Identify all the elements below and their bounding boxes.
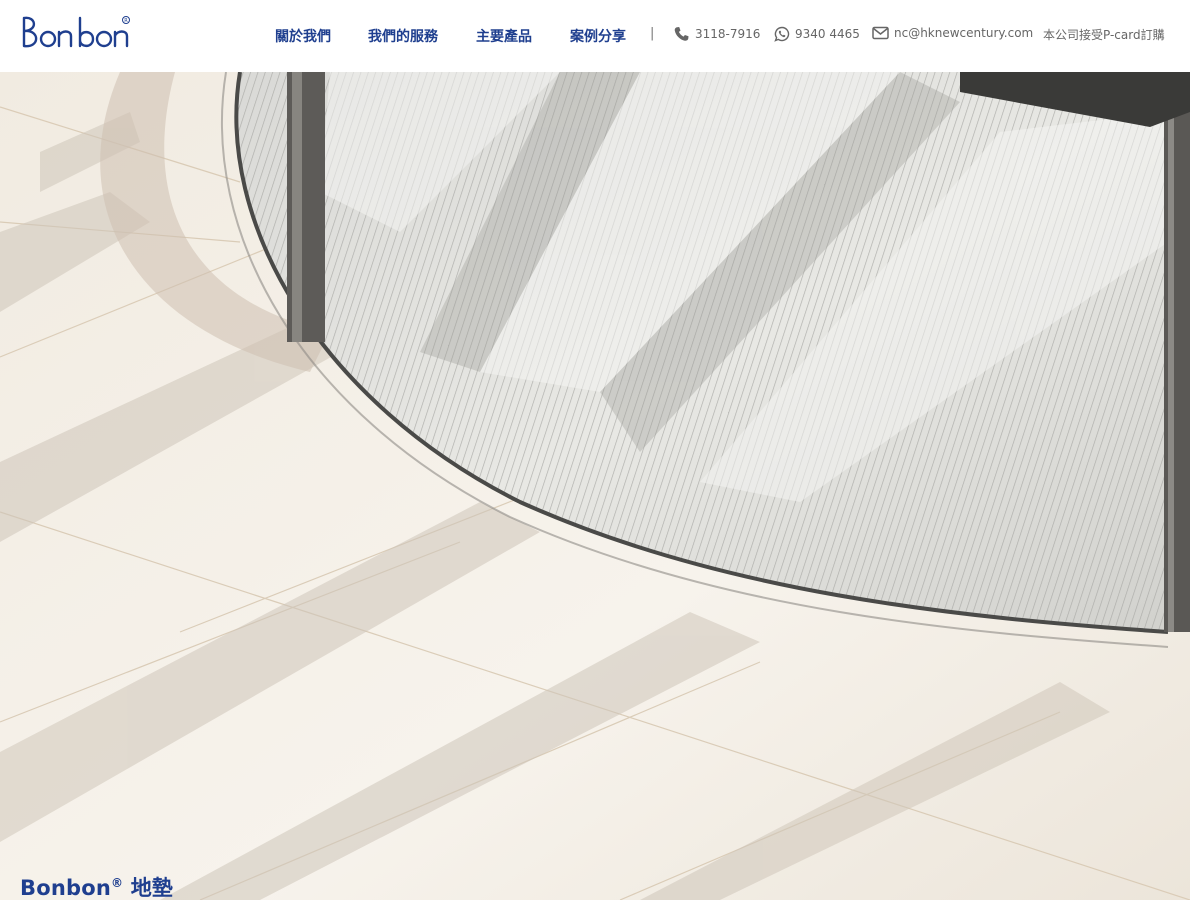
- phone-icon: [674, 27, 689, 41]
- nav-services[interactable]: 我們的服務: [368, 26, 438, 46]
- whatsapp-number: 9340 4465: [795, 27, 860, 41]
- pcard-notice-text: 本公司接受P-card訂購: [1043, 28, 1165, 42]
- envelope-icon: [872, 26, 889, 40]
- nav-cases[interactable]: 案例分享: [570, 26, 626, 46]
- hero-title: Bonbon® 地墊: [20, 872, 173, 900]
- whatsapp-contact[interactable]: 9340 4465: [774, 26, 860, 42]
- phone-contact[interactable]: 3118-7916: [673, 26, 760, 42]
- nav-about[interactable]: 關於我們: [275, 26, 331, 46]
- nav-products[interactable]: 主要產品: [476, 26, 532, 46]
- bonbon-logo[interactable]: R: [18, 12, 133, 52]
- site-header: R 關於我們 我們的服務 主要產品 案例分享 | 3118-7916 9340 …: [0, 0, 1190, 72]
- svg-text:R: R: [124, 18, 128, 24]
- hero-image: [0, 72, 1190, 900]
- hero-title-registered: ®: [111, 876, 124, 890]
- hero-title-brand: Bonbon: [20, 876, 111, 900]
- hero-title-suffix: 地墊: [123, 876, 174, 900]
- hero-banner: Bonbon® 地墊: [0, 72, 1190, 900]
- email-contact[interactable]: nc@hknewcentury.com: [872, 26, 1033, 40]
- pcard-notice: 本公司接受P-card訂購: [1043, 26, 1165, 43]
- email-address: nc@hknewcentury.com: [894, 26, 1034, 40]
- whatsapp-icon: [774, 26, 790, 42]
- nav-separator: |: [650, 26, 655, 41]
- phone-number: 3118-7916: [695, 27, 761, 41]
